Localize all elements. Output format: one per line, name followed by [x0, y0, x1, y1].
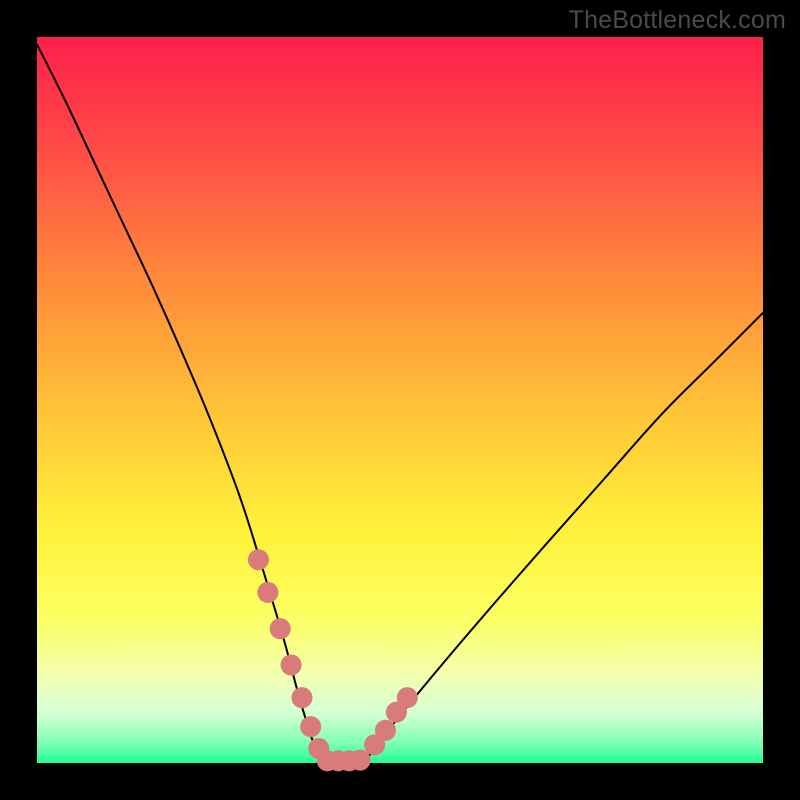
marker-left-lower	[248, 549, 269, 570]
marker-left-lower	[270, 618, 291, 639]
marker-left-lower	[281, 654, 302, 675]
chart-frame: TheBottleneck.com	[0, 0, 800, 800]
marker-left-lower	[291, 687, 312, 708]
series-right-curve	[364, 313, 763, 763]
chart-svg	[37, 37, 763, 763]
series-left-curve	[37, 44, 324, 763]
marker-left-lower	[257, 582, 278, 603]
watermark-text: TheBottleneck.com	[569, 6, 786, 35]
marker-right-lower	[375, 720, 396, 741]
marker-left-lower	[300, 716, 321, 737]
marker-right-lower	[397, 687, 418, 708]
marker-floor	[350, 750, 371, 771]
plot-area	[37, 37, 763, 763]
